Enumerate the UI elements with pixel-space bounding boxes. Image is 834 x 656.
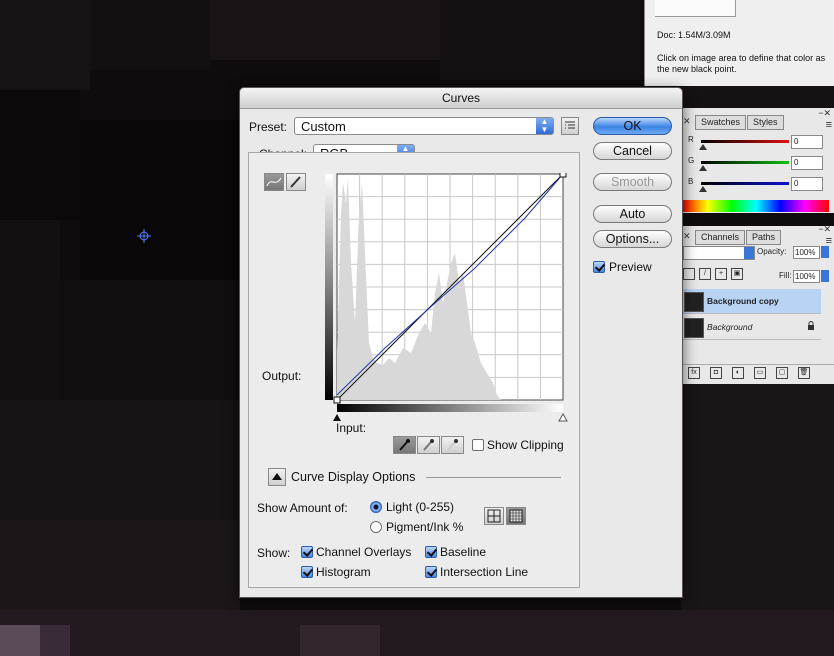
- slider-r[interactable]: R 0: [687, 135, 833, 153]
- pigment-radio[interactable]: [370, 521, 382, 533]
- baseline-checkbox[interactable]: [425, 546, 437, 558]
- preset-select[interactable]: Custom ▲ ▼: [294, 117, 554, 135]
- ok-button[interactable]: OK: [593, 117, 672, 135]
- white-point-slider-handle[interactable]: [558, 412, 568, 422]
- close-icon[interactable]: ✕: [683, 116, 691, 127]
- input-gradient-bar: [337, 404, 563, 412]
- curve-point-white[interactable]: [559, 173, 567, 178]
- lock-toolbar: / + ▣: [683, 268, 745, 280]
- slider-g[interactable]: G 0: [687, 156, 833, 174]
- black-eyedropper-button[interactable]: [393, 436, 416, 454]
- doc-size-text: Doc: 1.54M/3.09M: [657, 30, 731, 40]
- disclosure-triangle-button[interactable]: [268, 468, 286, 486]
- lock-icon: [808, 321, 814, 330]
- preview-label: Preview: [609, 260, 652, 274]
- intersection-line-checkbox[interactable]: [425, 566, 437, 578]
- detailed-grid-button[interactable]: [506, 507, 526, 525]
- tab-swatches[interactable]: Swatches: [695, 115, 747, 130]
- panel-close-icon[interactable]: −✕: [818, 224, 831, 235]
- lock-transparent-icon[interactable]: [683, 268, 695, 280]
- info-readout: [655, 0, 736, 17]
- baseline-label: Baseline: [440, 545, 487, 559]
- slider-handle[interactable]: [699, 165, 707, 171]
- white-eyedropper-button[interactable]: [441, 436, 464, 454]
- light-radio-label: Light (0-255): [386, 500, 455, 514]
- simple-grid-button[interactable]: [484, 507, 504, 525]
- lock-all-icon[interactable]: ▣: [731, 268, 743, 280]
- link-layers-icon[interactable]: fx: [688, 367, 700, 379]
- curve-point-tool-button[interactable]: [264, 173, 284, 191]
- chevron-updown-icon: ▲▼: [536, 118, 553, 134]
- new-layer-icon[interactable]: ▢: [776, 367, 788, 379]
- gray-eyedropper-button[interactable]: [417, 436, 440, 454]
- adjustment-layer-icon[interactable]: ◐: [732, 367, 744, 379]
- show-clipping-label: Show Clipping: [487, 438, 564, 452]
- layer-thumbnail: [684, 318, 704, 338]
- preset-label: Preset:: [249, 120, 288, 134]
- opacity-label: Opacity:: [757, 247, 787, 256]
- curves-dialog: Curves Preset: Custom ▲▼ Channel: RGB ▲▼…: [239, 87, 683, 598]
- slider-b[interactable]: B 0: [687, 177, 833, 195]
- hint-text: Click on image area to define that color…: [657, 53, 826, 74]
- layers-panel: ✕ −✕ ≡ Channels Paths Opacity: 100% / + ▣ F…: [682, 224, 834, 384]
- opacity-input[interactable]: 100%: [793, 246, 820, 259]
- tab-styles[interactable]: Styles: [747, 115, 784, 130]
- layers-bottom-bar: fx ◘ ◐ ▭ ▢ 🗑: [683, 364, 834, 381]
- layer-row-background[interactable]: Background: [683, 315, 821, 340]
- panel-close-icon[interactable]: −✕: [818, 108, 831, 119]
- fill-input[interactable]: 100%: [793, 270, 820, 283]
- blend-mode-select[interactable]: [683, 246, 755, 260]
- preset-options-icon[interactable]: [561, 117, 579, 135]
- curves-graph[interactable]: [325, 173, 579, 423]
- lock-move-icon[interactable]: +: [715, 268, 727, 280]
- tab-channels[interactable]: Channels: [695, 230, 746, 245]
- trash-icon[interactable]: 🗑: [798, 367, 810, 379]
- preview-checkbox[interactable]: [593, 261, 605, 273]
- output-gradient-bar: [325, 174, 333, 400]
- panel-menu-icon[interactable]: ≡: [826, 119, 832, 131]
- color-spectrum[interactable]: [683, 200, 829, 212]
- layer-thumbnail: [684, 292, 704, 312]
- smooth-button[interactable]: Smooth: [593, 173, 672, 191]
- show-amount-label: Show Amount of:: [257, 501, 348, 515]
- histogram-label: Histogram: [316, 565, 371, 579]
- opacity-arrow-icon[interactable]: [821, 246, 829, 258]
- options-button[interactable]: Options...: [593, 230, 672, 248]
- cancel-button[interactable]: Cancel: [593, 142, 672, 160]
- show-label: Show:: [257, 546, 291, 560]
- input-label: Input:: [336, 421, 367, 435]
- pigment-radio-label: Pigment/Ink %: [386, 520, 464, 534]
- add-mask-icon[interactable]: ◘: [710, 367, 722, 379]
- tab-paths[interactable]: Paths: [746, 230, 782, 245]
- fill-arrow-icon[interactable]: [821, 270, 829, 282]
- close-icon[interactable]: ✕: [683, 231, 691, 242]
- slider-handle[interactable]: [699, 144, 707, 150]
- intersection-line-label: Intersection Line: [440, 565, 529, 579]
- curve-display-options-label: Curve Display Options: [291, 470, 416, 484]
- eyedropper-cursor-icon: [137, 229, 151, 243]
- slider-handle[interactable]: [699, 186, 707, 192]
- lock-paint-icon[interactable]: /: [699, 268, 711, 280]
- pencil-tool-button[interactable]: [286, 173, 306, 191]
- output-label: Output:: [262, 369, 302, 383]
- histogram-checkbox[interactable]: [301, 566, 313, 578]
- channel-overlays-checkbox[interactable]: [301, 546, 313, 558]
- fill-label: Fill:: [779, 271, 792, 280]
- channel-overlays-label: Channel Overlays: [316, 545, 412, 559]
- color-panel: ✕ −✕ ≡ Swatches Styles R 0 G 0 B 0: [682, 108, 834, 213]
- black-point-slider-handle[interactable]: [333, 414, 341, 421]
- curve-point-black[interactable]: [333, 396, 341, 404]
- show-clipping-checkbox[interactable]: [472, 439, 484, 451]
- light-radio[interactable]: [370, 501, 382, 513]
- group-folder-icon[interactable]: ▭: [754, 367, 766, 379]
- dialog-title[interactable]: Curves: [240, 88, 682, 109]
- info-panel: Doc: 1.54M/3.09M Click on image area to …: [644, 0, 834, 86]
- divider: [426, 477, 561, 478]
- auto-button[interactable]: Auto: [593, 205, 672, 223]
- layer-row-background-copy[interactable]: Background copy: [683, 289, 821, 314]
